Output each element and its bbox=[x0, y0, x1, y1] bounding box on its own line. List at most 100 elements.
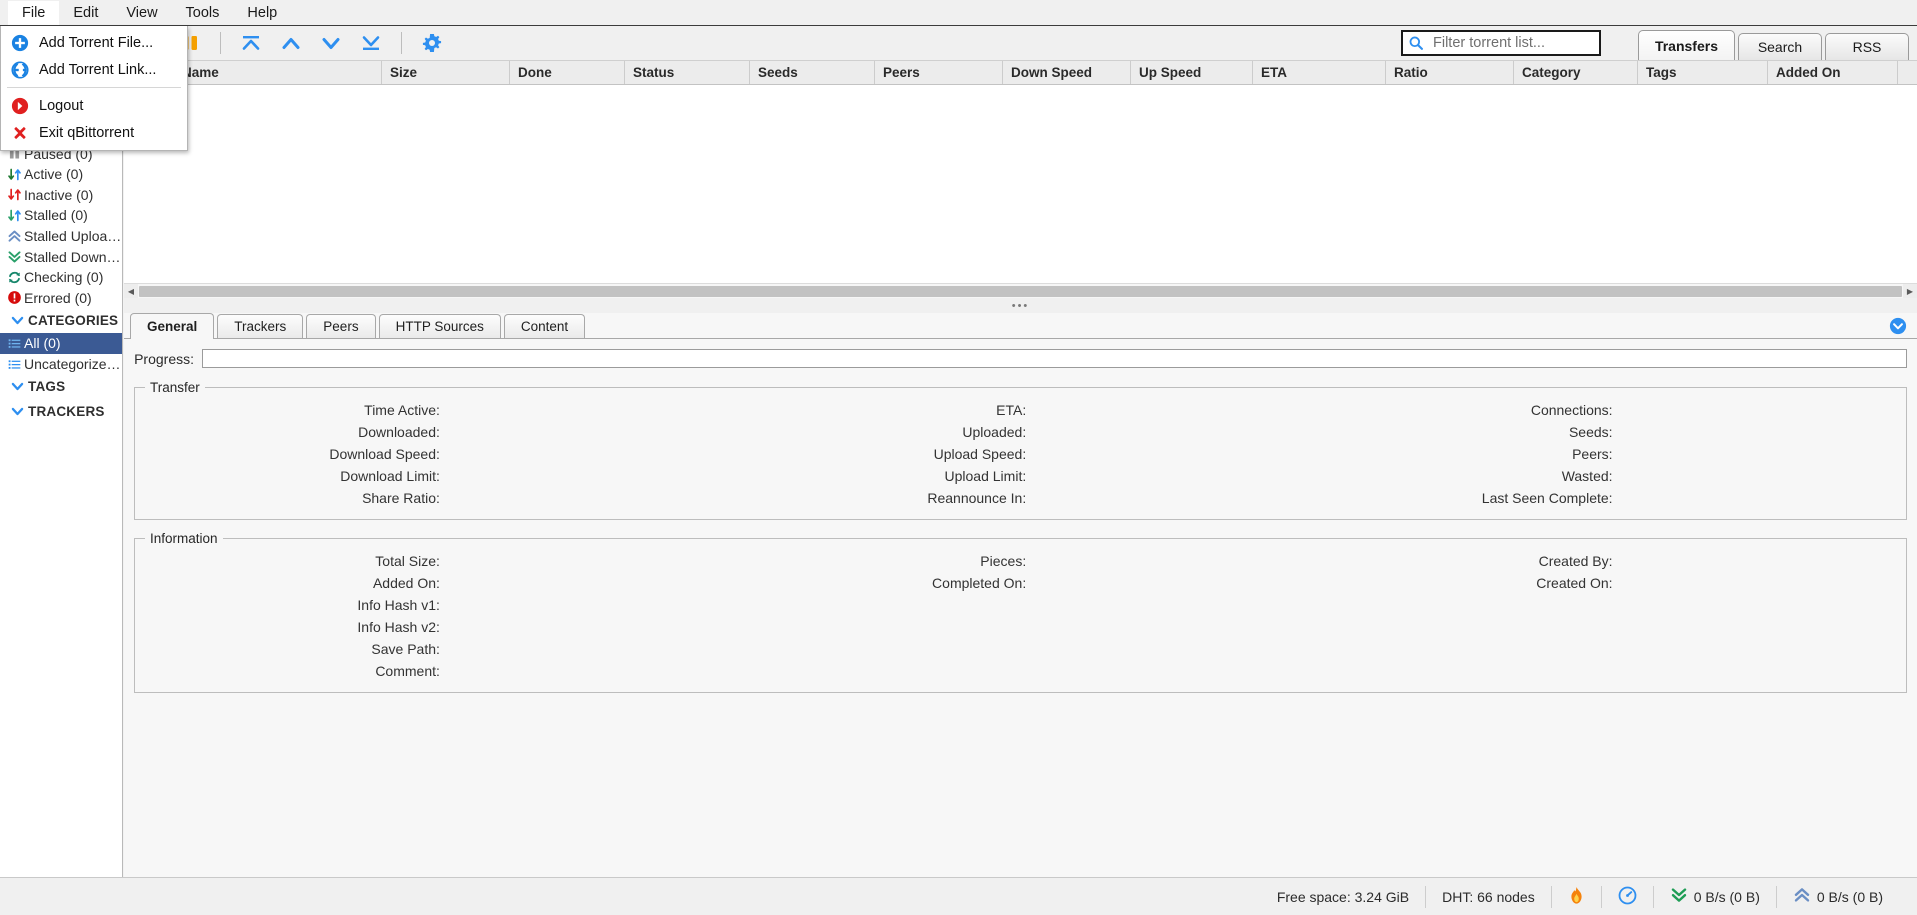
column-header-eta[interactable]: ETA bbox=[1253, 61, 1386, 84]
menu-item-add-torrent-file[interactable]: Add Torrent File... bbox=[1, 29, 187, 56]
flame-icon bbox=[1568, 886, 1585, 908]
scroll-right-arrow[interactable]: ▶ bbox=[1903, 284, 1917, 298]
search-icon bbox=[1403, 35, 1429, 51]
field-label: Pieces: bbox=[727, 553, 1032, 569]
sidebar-item-stalled-downloading[interactable]: Stalled Downlo... bbox=[0, 246, 122, 267]
updown-arrows-icon bbox=[4, 187, 24, 202]
column-header-name[interactable]: Name bbox=[174, 61, 382, 84]
tab-http-sources[interactable]: HTTP Sources bbox=[379, 314, 501, 338]
torrent-list-body[interactable] bbox=[124, 85, 1917, 275]
field-share-ratio: Share Ratio: bbox=[141, 487, 727, 509]
sidebar-item-active[interactable]: Active (0) bbox=[0, 164, 122, 185]
information-legend: Information bbox=[145, 531, 223, 546]
chevron-down-icon bbox=[6, 313, 28, 328]
tab-general[interactable]: General bbox=[130, 313, 214, 339]
status-speed-limit[interactable] bbox=[1602, 878, 1653, 915]
column-header-down-speed[interactable]: Down Speed bbox=[1003, 61, 1131, 84]
sidebar-item-category-all[interactable]: All (0) bbox=[0, 333, 122, 354]
sidebar-item-stalled[interactable]: Stalled (0) bbox=[0, 205, 122, 226]
tab-search[interactable]: Search bbox=[1738, 33, 1822, 60]
column-header-seeds[interactable]: Seeds bbox=[750, 61, 875, 84]
sidebar-section-tags[interactable]: TAGS bbox=[0, 374, 122, 399]
status-upload-speed: 0 B/s (0 B) bbox=[1777, 878, 1899, 915]
menu-item-label: Logout bbox=[39, 98, 83, 114]
sidebar-item-inactive[interactable]: Inactive (0) bbox=[0, 185, 122, 206]
sidebar-item-checking[interactable]: Checking (0) bbox=[0, 267, 122, 288]
menu-item-logout[interactable]: Logout bbox=[1, 92, 187, 119]
menu-separator bbox=[7, 87, 181, 88]
main-tabs: Transfers Search RSS bbox=[1635, 30, 1909, 60]
field-label: Downloaded: bbox=[141, 424, 446, 440]
menu-file[interactable]: File bbox=[8, 1, 59, 25]
chevron-down-circle-icon[interactable] bbox=[1889, 317, 1907, 335]
sidebar-section-categories[interactable]: CATEGORIES bbox=[0, 308, 122, 333]
free-space-label: Free space: 3.24 GiB bbox=[1277, 889, 1409, 905]
menu-item-add-torrent-link[interactable]: Add Torrent Link... bbox=[1, 56, 187, 83]
priority-top-button[interactable] bbox=[231, 27, 271, 60]
status-download-speed: 0 B/s (0 B) bbox=[1654, 878, 1776, 915]
panel-splitter[interactable]: ••• bbox=[124, 298, 1917, 313]
column-header-tags[interactable]: Tags bbox=[1638, 61, 1768, 84]
tab-peers[interactable]: Peers bbox=[306, 314, 375, 338]
field-added-on: Added On: bbox=[141, 572, 727, 594]
field-seeds: Seeds: bbox=[1314, 421, 1900, 443]
sidebar-item-label: Active (0) bbox=[24, 166, 83, 182]
priority-up-button[interactable] bbox=[271, 27, 311, 60]
priority-down-button[interactable] bbox=[311, 27, 351, 60]
field-label: Info Hash v2: bbox=[141, 619, 446, 635]
column-header-added-on[interactable]: Added On bbox=[1768, 61, 1898, 84]
sidebar-item-category-uncategorized[interactable]: Uncategorized (0) bbox=[0, 354, 122, 375]
scrollbar-thumb[interactable] bbox=[139, 286, 1902, 297]
field-completed-on: Completed On: bbox=[727, 572, 1313, 594]
chevron-down-icon bbox=[6, 379, 28, 394]
sidebar-item-label: Stalled (0) bbox=[24, 207, 88, 223]
horizontal-scrollbar[interactable]: ◀ ▶ bbox=[124, 283, 1917, 298]
filters-sidebar: Downloading (0) Seeding (0) Completed (0… bbox=[0, 61, 123, 877]
field-created-on: Created On: bbox=[1314, 572, 1900, 594]
scroll-left-arrow[interactable]: ◀ bbox=[124, 284, 138, 298]
sidebar-item-label: Stalled Downlo... bbox=[24, 249, 122, 265]
preferences-button[interactable] bbox=[412, 27, 452, 60]
torrent-list-header: Name Size Done Status Seeds Peers Down S… bbox=[124, 61, 1917, 85]
tab-transfers[interactable]: Transfers bbox=[1638, 30, 1735, 60]
link-circle-icon bbox=[9, 59, 31, 81]
field-spacer bbox=[1314, 638, 1900, 660]
column-header-category[interactable]: Category bbox=[1514, 61, 1638, 84]
column-header-status[interactable]: Status bbox=[625, 61, 750, 84]
column-header-up-speed[interactable]: Up Speed bbox=[1131, 61, 1253, 84]
column-header-done[interactable]: Done bbox=[510, 61, 625, 84]
priority-bottom-button[interactable] bbox=[351, 27, 391, 60]
details-tabs: General Trackers Peers HTTP Sources Cont… bbox=[124, 313, 1917, 339]
sidebar-item-errored[interactable]: Errored (0) bbox=[0, 288, 122, 309]
tab-trackers[interactable]: Trackers bbox=[217, 314, 303, 338]
tab-rss[interactable]: RSS bbox=[1825, 33, 1909, 60]
filter-torrent-box[interactable] bbox=[1401, 30, 1601, 56]
search-input[interactable] bbox=[1429, 35, 1599, 51]
details-body: Progress: Transfer Time Active: ETA: Con… bbox=[124, 339, 1917, 693]
list-icon bbox=[4, 357, 24, 372]
sidebar-item-stalled-uploading[interactable]: Stalled Uploadi... bbox=[0, 226, 122, 247]
menu-item-exit-qbittorrent[interactable]: Exit qBittorrent bbox=[1, 119, 187, 146]
column-header-peers[interactable]: Peers bbox=[875, 61, 1003, 84]
field-label: Connections: bbox=[1314, 402, 1619, 418]
column-header-size[interactable]: Size bbox=[382, 61, 510, 84]
menu-tools[interactable]: Tools bbox=[172, 1, 234, 25]
field-download-limit: Download Limit: bbox=[141, 465, 727, 487]
qbittorrent-window: File Edit View Tools Help Add Torrent Fi… bbox=[0, 0, 1917, 915]
progress-label: Progress: bbox=[134, 351, 194, 367]
field-label: Upload Speed: bbox=[727, 446, 1032, 462]
sidebar-section-trackers[interactable]: TRACKERS bbox=[0, 399, 122, 424]
field-label: Total Size: bbox=[141, 553, 446, 569]
status-connection[interactable] bbox=[1552, 878, 1601, 915]
menu-item-label: Exit qBittorrent bbox=[39, 125, 134, 141]
plus-circle-icon bbox=[9, 32, 31, 54]
column-header-ratio[interactable]: Ratio bbox=[1386, 61, 1514, 84]
menu-edit[interactable]: Edit bbox=[59, 1, 112, 25]
menu-help[interactable]: Help bbox=[233, 1, 291, 25]
tab-content[interactable]: Content bbox=[504, 314, 585, 338]
menu-view[interactable]: View bbox=[112, 1, 171, 25]
field-pieces: Pieces: bbox=[727, 550, 1313, 572]
field-total-size: Total Size: bbox=[141, 550, 727, 572]
menu-item-label: Add Torrent File... bbox=[39, 35, 153, 51]
field-label: Completed On: bbox=[727, 575, 1032, 591]
